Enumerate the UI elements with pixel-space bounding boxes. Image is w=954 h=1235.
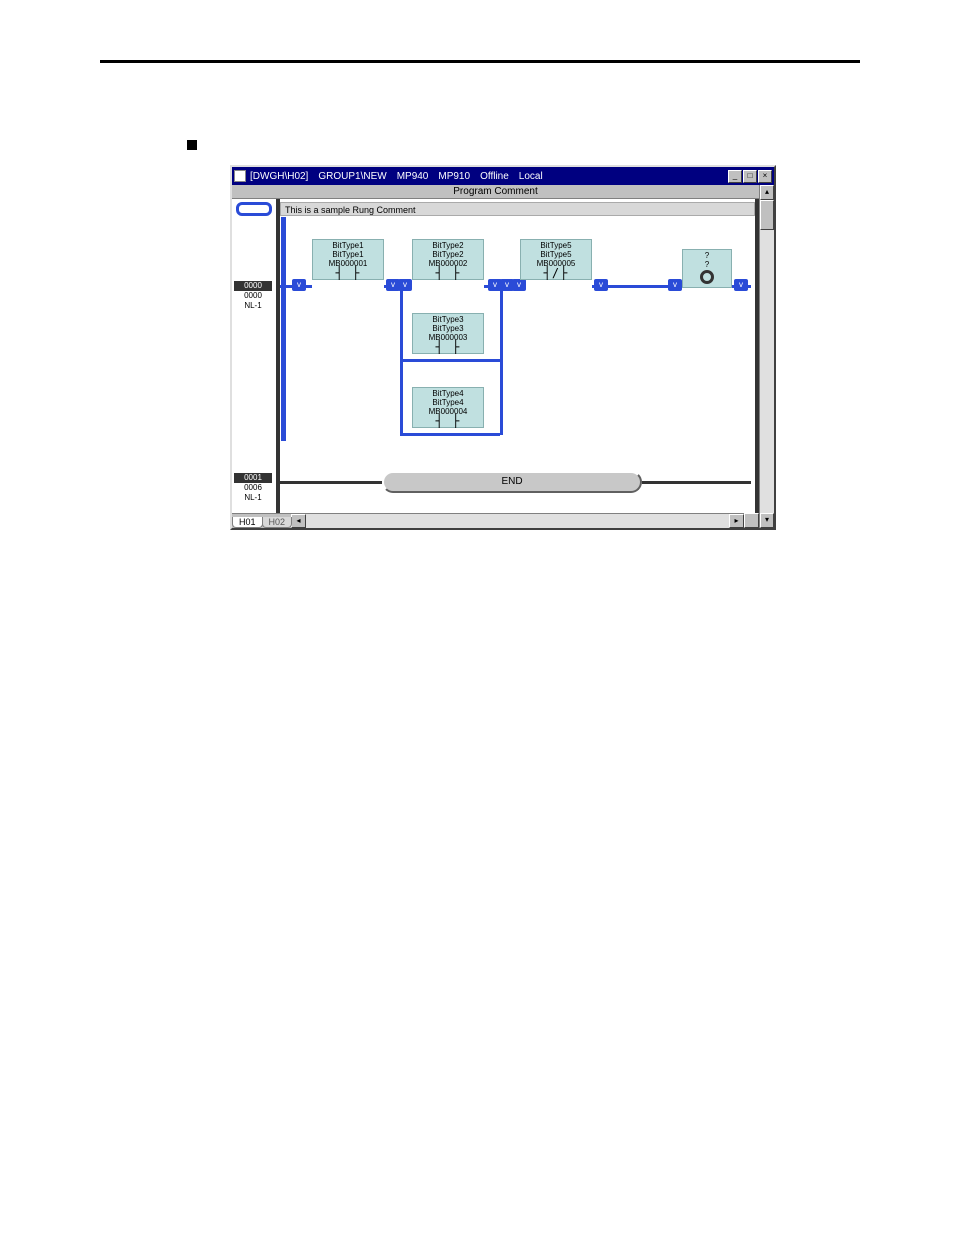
elem-name2: BitType5 — [523, 250, 589, 259]
coil-q1: ? — [685, 251, 729, 260]
contact-no-3[interactable]: BitType3 BitType3 MB000003 ┤ ├ — [412, 313, 484, 354]
scroll-left-button[interactable]: ◂ — [291, 514, 306, 528]
node-tag[interactable]: v — [734, 279, 748, 291]
wire — [280, 481, 382, 484]
contact-symbol: ┤ ├ — [415, 417, 481, 426]
app-icon — [234, 170, 246, 182]
elem-name2: BitType1 — [315, 250, 381, 259]
title-mode: Offline — [480, 171, 509, 182]
rung-selection-bar[interactable] — [281, 217, 286, 441]
elem-name2: BitType4 — [415, 398, 481, 407]
tab-h02[interactable]: H02 — [262, 517, 293, 528]
elem-name1: BitType3 — [415, 315, 481, 324]
rung1-nl: NL-1 — [244, 493, 261, 502]
page-divider — [100, 60, 860, 63]
tab-bar: H01 H02 — [232, 513, 291, 528]
elem-name1: BitType1 — [315, 241, 381, 250]
wire — [400, 433, 500, 436]
rung0-addr: 0000 — [244, 291, 262, 300]
scroll-right-button[interactable]: ▸ — [729, 514, 744, 528]
output-coil[interactable]: ? ? — [682, 249, 732, 288]
scroll-up-button[interactable]: ▴ — [760, 185, 774, 200]
rung0-badge: 0000 — [234, 281, 272, 291]
contact-no-2[interactable]: BitType2 BitType2 MB000002 ┤ ├ — [412, 239, 484, 280]
ladder-canvas[interactable]: This is a sample Rung Comment 0000 0000 … — [232, 199, 759, 513]
contact-nc-5[interactable]: BitType5 BitType5 MB000005 ┤/├ — [520, 239, 592, 280]
program-comment-header: Program Comment — [232, 185, 759, 199]
scroll-down-button[interactable]: ▾ — [760, 513, 774, 528]
node-tag[interactable]: v — [292, 279, 306, 291]
title-doc: [DWGH\H02] — [250, 171, 308, 182]
end-instruction[interactable]: END — [382, 471, 642, 493]
vscroll-thumb[interactable] — [760, 200, 774, 230]
elem-name1: BitType2 — [415, 241, 481, 250]
contact-no-1[interactable]: BitType1 BitType1 MB000001 ┤ ├ — [312, 239, 384, 280]
title-bar[interactable]: [DWGH\H02] GROUP1\NEW MP940 MP910 Offlin… — [232, 167, 774, 185]
rung-cursor[interactable] — [236, 202, 272, 216]
title-scope: Local — [519, 171, 543, 182]
scroll-corner — [744, 513, 759, 528]
horizontal-scrollbar[interactable]: ◂ ▸ — [291, 513, 744, 528]
close-button[interactable]: × — [758, 170, 772, 183]
rung1-badge: 0001 — [234, 473, 272, 483]
contact-symbol: ┤ ├ — [315, 269, 381, 278]
wire — [400, 359, 500, 362]
rung0-info: 0000 0000 NL-1 — [234, 281, 272, 311]
minimize-button[interactable]: _ — [728, 170, 742, 183]
rung1-addr: 0006 — [244, 483, 262, 492]
title-model2: MP910 — [438, 171, 470, 182]
contact-no-4[interactable]: BitType4 BitType4 MB000004 ┤ ├ — [412, 387, 484, 428]
left-power-rail — [276, 199, 280, 513]
node-tag[interactable]: v — [668, 279, 682, 291]
title-text: [DWGH\H02] GROUP1\NEW MP940 MP910 Offlin… — [250, 171, 724, 182]
rung0-nl: NL-1 — [244, 301, 261, 310]
vertical-scrollbar[interactable]: ▴ ▾ — [759, 185, 774, 528]
rung-comment[interactable]: This is a sample Rung Comment — [280, 202, 755, 216]
coil-q2: ? — [685, 260, 729, 269]
tab-h01[interactable]: H01 — [232, 517, 263, 528]
elem-name2: BitType3 — [415, 324, 481, 333]
contact-symbol: ┤ ├ — [415, 269, 481, 278]
elem-name1: BitType5 — [523, 241, 589, 250]
ladder-editor-window: [DWGH\H02] GROUP1\NEW MP940 MP910 Offlin… — [230, 165, 776, 530]
coil-symbol — [700, 270, 714, 284]
contact-symbol: ┤ ├ — [415, 343, 481, 352]
wire — [642, 481, 751, 484]
title-model1: MP940 — [397, 171, 429, 182]
elem-name1: BitType4 — [415, 389, 481, 398]
elem-name2: BitType2 — [415, 250, 481, 259]
node-tag[interactable]: v — [512, 279, 526, 291]
branch-wire-right — [500, 285, 503, 435]
contact-symbol: ┤/├ — [523, 269, 589, 278]
bullet-icon — [187, 140, 197, 150]
maximize-button[interactable]: □ — [743, 170, 757, 183]
rung1-info: 0001 0006 NL-1 — [234, 473, 272, 503]
node-tag[interactable]: v — [594, 279, 608, 291]
title-group: GROUP1\NEW — [318, 171, 386, 182]
hscroll-track[interactable] — [306, 514, 729, 528]
